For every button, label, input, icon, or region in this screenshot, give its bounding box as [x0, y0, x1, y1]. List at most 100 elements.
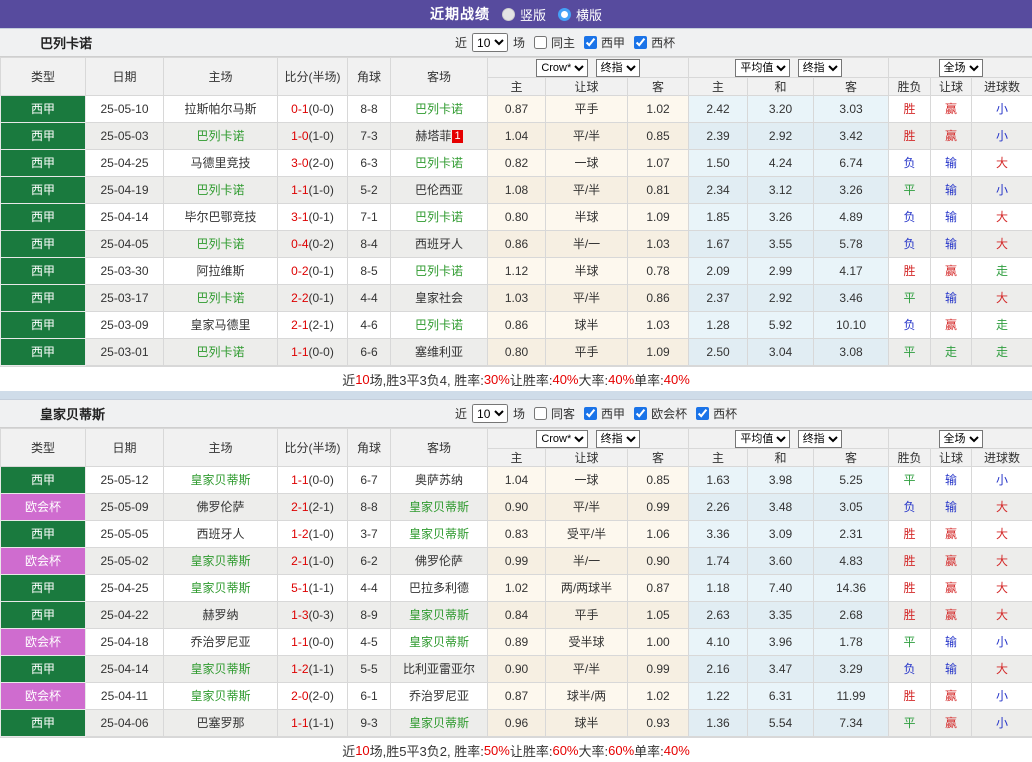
- average-select[interactable]: 平均值: [735, 59, 790, 77]
- odds-handicap: 平手: [546, 602, 628, 629]
- league-filter-label: 西杯: [651, 34, 675, 51]
- home-team[interactable]: 巴列卡诺: [164, 123, 278, 150]
- scope-select[interactable]: 全场: [939, 59, 983, 77]
- away-team[interactable]: 巴列卡诺: [391, 258, 488, 285]
- home-team[interactable]: 马德里竞技: [164, 150, 278, 177]
- away-team[interactable]: 皇家贝蒂斯: [391, 629, 488, 656]
- summary-text: 让胜率:: [510, 741, 553, 760]
- scope-select[interactable]: 全场: [939, 430, 983, 448]
- league-filter-checkbox[interactable]: [634, 407, 647, 420]
- final-odds-select[interactable]: 终指: [798, 59, 842, 77]
- avg-away: 3.26: [814, 177, 889, 204]
- away-team-name: 比利亚雷亚尔: [403, 662, 475, 676]
- layout-radio-horizontal[interactable]: 横版: [558, 5, 602, 24]
- result-goals: 大: [972, 150, 1032, 177]
- summary-text: 40%: [608, 372, 634, 387]
- radio-icon[interactable]: [558, 8, 571, 21]
- home-team[interactable]: 毕尔巴鄂竞技: [164, 204, 278, 231]
- match-date: 25-03-09: [86, 312, 164, 339]
- avg-away: 3.08: [814, 339, 889, 366]
- away-team[interactable]: 巴列卡诺: [391, 204, 488, 231]
- avg-away: 3.05: [814, 494, 889, 521]
- away-team[interactable]: 西班牙人: [391, 231, 488, 258]
- home-team[interactable]: 西班牙人: [164, 521, 278, 548]
- away-team[interactable]: 佛罗伦萨: [391, 548, 488, 575]
- average-select[interactable]: 平均值: [735, 430, 790, 448]
- recent-count-select[interactable]: 10: [472, 33, 508, 52]
- home-team[interactable]: 皇家贝蒂斯: [164, 656, 278, 683]
- home-team[interactable]: 巴列卡诺: [164, 339, 278, 366]
- final-odds-select[interactable]: 终指: [596, 59, 640, 77]
- league-filter-checkbox[interactable]: [696, 407, 709, 420]
- half-score: (1-0): [309, 554, 334, 568]
- home-team[interactable]: 巴列卡诺: [164, 177, 278, 204]
- away-team[interactable]: 巴列卡诺: [391, 150, 488, 177]
- home-team[interactable]: 佛罗伦萨: [164, 494, 278, 521]
- radio-icon[interactable]: [502, 8, 515, 21]
- full-score: 2-1: [291, 500, 308, 514]
- full-score: 2-2: [291, 291, 308, 305]
- home-team[interactable]: 巴列卡诺: [164, 285, 278, 312]
- away-team[interactable]: 巴伦西亚: [391, 177, 488, 204]
- away-team[interactable]: 皇家贝蒂斯: [391, 602, 488, 629]
- same-side-label: 同主: [551, 34, 575, 51]
- col-header-odds-home: 主: [488, 78, 546, 96]
- odds-away: 0.87: [628, 575, 689, 602]
- away-team[interactable]: 皇家社会: [391, 285, 488, 312]
- result-outcome: 胜: [889, 521, 931, 548]
- home-team[interactable]: 阿拉维斯: [164, 258, 278, 285]
- home-team[interactable]: 皇家贝蒂斯: [164, 683, 278, 710]
- away-team[interactable]: 皇家贝蒂斯: [391, 494, 488, 521]
- match-row: 西甲25-04-14毕尔巴鄂竞技3-1(0-1)7-1巴列卡诺0.80半球1.0…: [1, 204, 1032, 231]
- final-odds-select[interactable]: 终指: [596, 430, 640, 448]
- odds-handicap: 两/两球半: [546, 575, 628, 602]
- corner-score: 8-9: [348, 602, 391, 629]
- away-team[interactable]: 巴列卡诺: [391, 312, 488, 339]
- away-team[interactable]: 塞维利亚: [391, 339, 488, 366]
- match-row: 西甲25-05-03巴列卡诺1-0(1-0)7-3赫塔菲11.04平/半0.85…: [1, 123, 1032, 150]
- home-team[interactable]: 巴塞罗那: [164, 710, 278, 737]
- result-handicap: 走: [931, 339, 972, 366]
- away-team[interactable]: 奥萨苏纳: [391, 467, 488, 494]
- away-team[interactable]: 巴拉多利德: [391, 575, 488, 602]
- avg-draw: 5.54: [748, 710, 814, 737]
- league-filter-checkbox[interactable]: [584, 36, 597, 49]
- home-team[interactable]: 赫罗纳: [164, 602, 278, 629]
- bookmaker-select[interactable]: Crow*: [536, 59, 588, 77]
- same-side-checkbox[interactable]: [534, 407, 547, 420]
- away-team[interactable]: 乔治罗尼亚: [391, 683, 488, 710]
- odds-away: 0.85: [628, 123, 689, 150]
- same-side-checkbox[interactable]: [534, 36, 547, 49]
- summary-text: 近: [342, 370, 355, 389]
- bookmaker-select[interactable]: Crow*: [536, 430, 588, 448]
- score-cell: 2-1(1-0): [278, 548, 348, 575]
- league-filter-checkbox[interactable]: [634, 36, 647, 49]
- league-badge: 西甲: [1, 339, 86, 366]
- home-team[interactable]: 皇家贝蒂斯: [164, 467, 278, 494]
- home-team[interactable]: 皇家贝蒂斯: [164, 548, 278, 575]
- league-filter-checkbox[interactable]: [584, 407, 597, 420]
- home-team[interactable]: 拉斯帕尔马斯: [164, 96, 278, 123]
- final-odds-select[interactable]: 终指: [798, 430, 842, 448]
- home-team[interactable]: 皇家贝蒂斯: [164, 575, 278, 602]
- away-team[interactable]: 比利亚雷亚尔: [391, 656, 488, 683]
- corner-score: 5-5: [348, 656, 391, 683]
- avg-away: 4.17: [814, 258, 889, 285]
- recent-count-select[interactable]: 10: [472, 404, 508, 423]
- match-row: 西甲25-05-05西班牙人1-2(1-0)3-7皇家贝蒂斯0.83受平/半1.…: [1, 521, 1032, 548]
- away-team[interactable]: 赫塔菲1: [391, 123, 488, 150]
- away-team[interactable]: 皇家贝蒂斯: [391, 710, 488, 737]
- away-team[interactable]: 皇家贝蒂斯: [391, 521, 488, 548]
- odds-handicap: 平手: [546, 339, 628, 366]
- layout-radio-vertical[interactable]: 竖版: [502, 5, 546, 24]
- away-team[interactable]: 巴列卡诺: [391, 96, 488, 123]
- col-header-away: 客场: [391, 429, 488, 467]
- home-team[interactable]: 乔治罗尼亚: [164, 629, 278, 656]
- league-badge: 西甲: [1, 575, 86, 602]
- home-team[interactable]: 巴列卡诺: [164, 231, 278, 258]
- col-header-corner: 角球: [348, 58, 391, 96]
- avg-away: 5.78: [814, 231, 889, 258]
- avg-away: 10.10: [814, 312, 889, 339]
- away-team-name: 巴列卡诺: [415, 102, 463, 116]
- home-team[interactable]: 皇家马德里: [164, 312, 278, 339]
